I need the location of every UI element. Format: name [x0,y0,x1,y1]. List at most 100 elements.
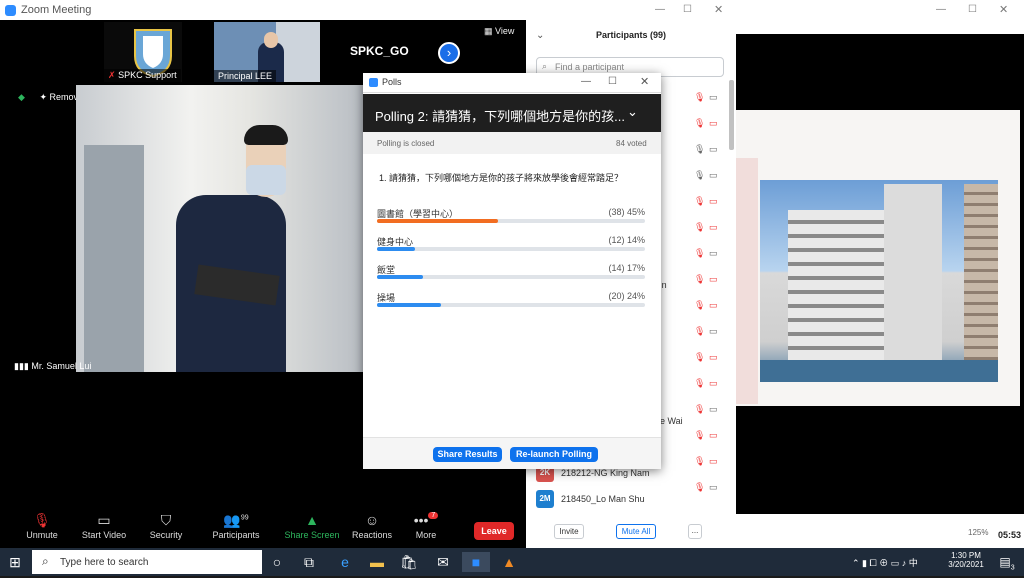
more-options-button[interactable]: ... [688,524,702,539]
system-tray-icons[interactable]: ⌃ ▮ ⧠ ⊕ ▭ ♪ 中 [852,556,918,569]
participant-thumbnail[interactable]: Principal LEE [214,22,320,82]
mic-icon: 🎙 [694,144,706,154]
face-mask [246,165,286,195]
mic-muted-icon: 🎙 [694,274,706,284]
view-button[interactable]: ▦ View [484,26,514,37]
grid-icon: ▦ [484,26,496,36]
school-building-photo [760,180,998,382]
edge-icon[interactable]: e [334,552,356,572]
relaunch-polling-button[interactable]: Re-launch Polling [510,447,598,462]
main-video [76,85,363,372]
windows-start-icon[interactable]: ⊞ [4,552,26,572]
search-icon: ⌕ [42,554,49,568]
mic-muted-icon: 🎙 [694,378,706,388]
mic-muted-icon: 🎙 [694,222,706,232]
mic-muted-icon: 🎙 [694,196,706,206]
minimize-icon[interactable]: — [936,4,946,15]
maximize-icon[interactable]: ☐ [608,76,617,87]
participants-button[interactable]: 👥99 Participants [206,512,266,540]
zoom-level: 125% [968,528,989,537]
building-tower [884,184,942,360]
notification-icon[interactable]: ▤3 [996,552,1018,572]
next-page-button[interactable]: › [438,42,460,64]
smiley-icon: ☺ [364,512,380,528]
close-icon[interactable]: ✕ [714,3,723,16]
mic-muted-icon: 🎙 [694,430,706,440]
start-video-button[interactable]: ▭ Start Video [74,512,134,540]
security-button[interactable]: ⛉ Security [136,512,196,540]
court [760,360,998,382]
participant-avatar: 2M [536,490,554,508]
share-screen-button[interactable]: ▲ Share Screen [282,512,342,540]
close-icon[interactable]: ✕ [640,75,649,88]
mic-muted-icon: 🎙 [33,512,51,528]
thumbnail-label: Principal LEE [214,70,277,82]
mic-icon: 🎙 [694,170,706,180]
share-results-button[interactable]: Share Results [433,447,502,462]
poll-option-bar [377,247,645,251]
close-icon[interactable]: ✕ [999,3,1008,16]
mic-muted-icon: 🎙 [694,300,706,310]
share-screen-icon: ▲ [305,512,319,528]
person-hair [244,125,288,145]
mute-all-button[interactable]: Mute All [616,524,656,539]
mic-muted-icon: 🎙 [694,248,706,258]
slide-timer: 05:53 [998,530,1022,540]
mic-muted-icon: 🎙 [694,326,706,336]
scrollbar-thumb[interactable] [729,80,734,150]
more-button[interactable]: ••• 7 More [396,512,456,540]
unmute-button[interactable]: 🎙 Unmute [12,512,72,540]
taskbar-search-input[interactable]: ⌕ Type here to search [32,550,262,574]
video-off-icon: ▭ [709,378,718,388]
reactions-button[interactable]: ☺ Reactions [342,512,402,540]
signal-icon: ▮▮▮ [14,361,32,371]
participants-title: Participants (99) [596,30,667,40]
minimize-icon[interactable]: — [655,4,665,15]
zoom-taskbar-icon[interactable]: ■ [462,552,490,572]
maximize-icon[interactable]: ☐ [968,4,977,15]
participant-row[interactable]: 2M 218450_Lo Man Shu [536,488,726,514]
task-view-icon[interactable]: ⧉ [298,552,320,572]
ellipsis-icon: ••• 7 [396,512,456,530]
clock[interactable]: 1:30 PM 3/20/2021 [946,551,986,569]
poll-select-dropdown[interactable]: Polling 2: 請猜猜，下列哪個地方是你的孩... ⌄ [363,94,661,132]
poll-option-fill [377,275,423,279]
poll-option-bar [377,219,645,223]
mail-icon[interactable]: ✉ [432,552,454,572]
curtain [84,145,144,372]
file-explorer-icon[interactable]: ▬ [366,552,388,572]
participant-thumbnail[interactable]: ✗ SPKC Support [104,22,182,82]
mic-muted-icon: 🎙 [694,352,706,362]
zoom-titlebar: Zoom Meeting [0,0,526,20]
participant-name: 218450_Lo Man Shu [561,494,645,504]
poll-status-bar: Polling is closed 84 voted [363,132,661,154]
video-icon: ▭ [709,404,718,414]
video-off-icon: ▭ [709,274,718,284]
mic-muted-icon: 🎙 [694,92,706,102]
poll-option-value: (38) 45% [608,207,645,217]
maximize-icon[interactable]: ☐ [683,4,692,15]
participant-name-fragment: e Wai [660,416,683,426]
polls-window: Polls — ☐ ✕ Polling 2: 請猜猜，下列哪個地方是你的孩...… [363,73,661,469]
video-icon: ▭ [709,144,718,154]
video-off-icon: ▭ [709,196,718,206]
shield-check-icon: ◆ [18,92,25,102]
minimize-icon[interactable]: — [581,76,591,87]
poll-status: Polling is closed [377,139,435,148]
poll-option-value: (14) 17% [608,263,645,273]
polls-window-title: Polls [382,77,402,87]
cortana-icon[interactable]: ○ [266,552,288,572]
poll-option-value: (12) 14% [608,235,645,245]
leave-button[interactable]: Leave [474,522,514,540]
collapse-chevron-icon[interactable]: ⌄ [536,30,544,41]
vlc-icon[interactable]: ▲ [498,552,520,572]
video-off-icon: ▭ [709,300,718,310]
zoom-app-icon [369,78,378,87]
shield-icon: ⛉ [160,512,172,528]
building-side [964,184,998,360]
speaker-name: ▮▮▮ Mr. Samuel Lui [14,361,92,371]
invite-button[interactable]: Invite [554,524,584,539]
video-icon: ▭ [709,92,718,102]
store-icon[interactable]: 🛍 [398,552,420,572]
person-head [264,32,278,48]
